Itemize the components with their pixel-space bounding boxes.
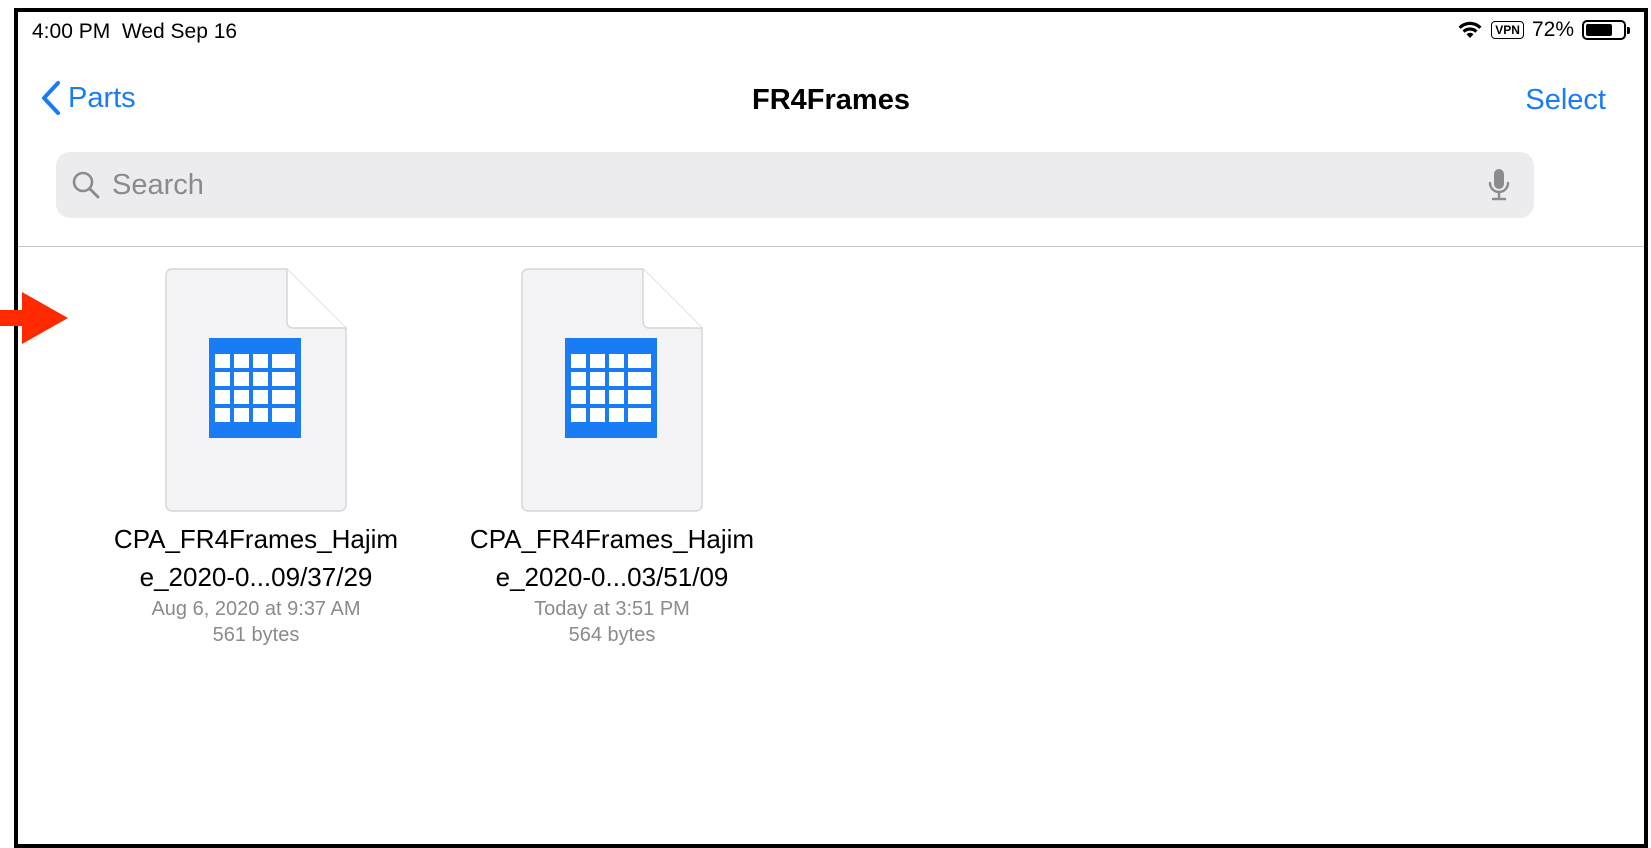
spreadsheet-file-icon	[521, 268, 703, 512]
file-name-line-2: e_2020-0...09/37/29	[139, 562, 373, 592]
battery-level	[1586, 24, 1612, 36]
select-button[interactable]: Select	[1525, 84, 1606, 117]
file-size: 564 bytes	[568, 624, 656, 646]
search-icon	[72, 171, 100, 199]
status-bar: 4:00 PM Wed Sep 16 VPN 72%	[18, 12, 1644, 48]
navigation-bar: Parts FR4Frames Select	[18, 72, 1644, 124]
battery-icon	[1582, 20, 1630, 40]
file-date: Aug 6, 2020 at 9:37 AM	[151, 598, 361, 620]
file-item[interactable]: CPA_FR4Frames_Hajim e_2020-0...03/51/09 …	[452, 268, 772, 648]
status-time-text: 4:00 PM	[32, 20, 111, 43]
battery-percentage: 72%	[1531, 18, 1574, 41]
file-date: Today at 3:51 PM	[534, 598, 690, 620]
file-size: 561 bytes	[212, 624, 300, 646]
status-time: 4:00 PM Wed Sep 16	[32, 20, 237, 44]
vpn-badge: VPN	[1491, 21, 1524, 39]
microphone-icon[interactable]	[1486, 167, 1512, 203]
file-item[interactable]: CPA_FR4Frames_Hajim e_2020-0...09/37/29 …	[96, 268, 416, 648]
search-bar[interactable]	[56, 152, 1534, 218]
file-name: CPA_FR4Frames_Hajim e_2020-0...03/51/09	[452, 520, 772, 596]
ipad-screen: 4:00 PM Wed Sep 16 VPN 72% Parts FR4Fram…	[14, 8, 1648, 848]
header-divider	[18, 246, 1644, 247]
battery-nub	[1627, 27, 1630, 34]
file-name-line-1: CPA_FR4Frames_Hajim	[469, 524, 755, 554]
file-name-line-1: CPA_FR4Frames_Hajim	[113, 524, 399, 554]
file-name-line-2: e_2020-0...03/51/09	[495, 562, 729, 592]
spreadsheet-file-icon	[165, 268, 347, 512]
status-indicators: VPN 72%	[1457, 18, 1630, 42]
file-name: CPA_FR4Frames_Hajim e_2020-0...09/37/29	[96, 520, 416, 596]
annotation-arrow-icon	[0, 292, 68, 344]
wifi-icon	[1458, 21, 1482, 38]
search-input[interactable]	[110, 167, 1486, 203]
page-title: FR4Frames	[752, 84, 910, 116]
status-date-text: Wed Sep 16	[121, 20, 238, 43]
